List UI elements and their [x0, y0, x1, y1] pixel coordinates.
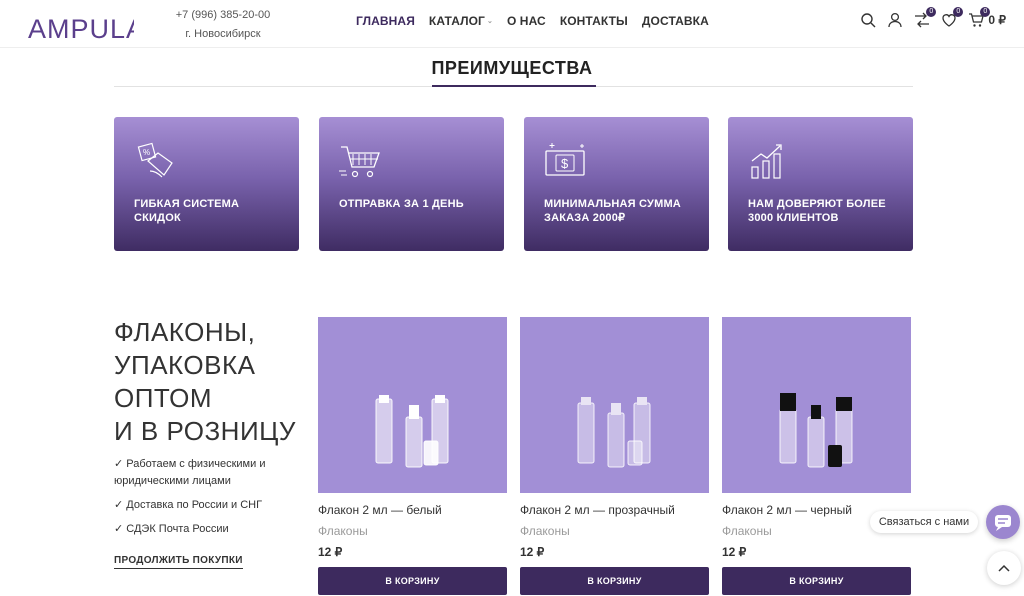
nav-about[interactable]: О НАС	[507, 14, 546, 28]
ampula-logo[interactable]: AMPULA	[28, 8, 134, 44]
header-contacts: +7 (996) 385-20-00 г. Новосибирск	[168, 6, 278, 44]
add-to-cart-button[interactable]: В КОРЗИНУ	[318, 567, 507, 595]
advantage-text: ОТПРАВКА ЗА 1 ДЕНЬ	[339, 198, 464, 210]
nav-contacts[interactable]: КОНТАКТЫ	[560, 14, 628, 28]
product-name[interactable]: Флакон 2 мл — прозрачный	[520, 503, 709, 517]
contact-chat-button[interactable]	[986, 505, 1020, 539]
site-header: AMPULA +7 (996) 385-20-00 г. Новосибирск…	[0, 0, 1024, 48]
add-to-cart-button[interactable]: В КОРЗИНУ	[520, 567, 709, 595]
user-icon[interactable]	[887, 12, 903, 28]
nav-catalog-label: КАТАЛОГ	[428, 14, 485, 28]
cart-total: 0 ₽	[988, 13, 1006, 27]
hero-title-line: И В РОЗНИЦУ	[114, 416, 296, 446]
product-price: 12 ₽	[318, 545, 343, 559]
logo-text: AMPULA	[28, 14, 134, 44]
shopping-cart-icon	[339, 146, 380, 178]
product-image[interactable]	[318, 317, 507, 493]
product-price: 12 ₽	[520, 545, 545, 559]
product-card: Флакон 2 мл — прозрачный Флаконы 12 ₽ В …	[520, 317, 709, 595]
money-bill-icon: $	[545, 143, 585, 176]
product-card: Флакон 2 мл — черный Флаконы 12 ₽ В КОРЗ…	[722, 317, 911, 595]
product-card: Флакон 2 мл — белый Флаконы 12 ₽ В КОРЗИ…	[318, 317, 507, 595]
section-title-underline	[432, 85, 596, 87]
advantage-card-clients: НАМ ДОВЕРЯЮТ БОЛЕЕ 3000 КЛИЕНТОВ	[728, 117, 913, 251]
add-to-cart-button[interactable]: В КОРЗИНУ	[722, 567, 911, 595]
product-name[interactable]: Флакон 2 мл — белый	[318, 503, 507, 517]
bottles-image	[375, 395, 449, 468]
advantage-card-discounts: % ГИБКАЯ СИСТЕМА СКИДОК	[114, 117, 299, 251]
scroll-to-top-button[interactable]	[987, 551, 1021, 585]
header-icons: 0 0 0 0 ₽	[860, 7, 1006, 28]
nav-home[interactable]: ГЛАВНАЯ	[356, 14, 415, 28]
benefit-item: ✓ СДЭК Почта России	[114, 523, 229, 535]
contact-us-label[interactable]: Связаться с нами	[870, 511, 978, 533]
hero-title-line: УПАКОВКА	[114, 350, 256, 380]
compare-count-badge: 0	[926, 7, 937, 17]
benefit-item: ✓ Работаем с физическими и юридическими …	[114, 458, 266, 487]
product-price: 12 ₽	[722, 545, 747, 559]
cart-button[interactable]: 0 0 ₽	[968, 7, 1006, 28]
nav-catalog[interactable]: КАТАЛОГ ⌄	[429, 14, 493, 28]
wishlist-button[interactable]: 0	[941, 7, 964, 28]
advantage-card-shipping: ОТПРАВКА ЗА 1 ДЕНЬ	[319, 117, 504, 251]
discount-tag-icon: %	[137, 142, 173, 178]
chevron-down-icon: ⌄	[486, 18, 493, 25]
bottles-image	[577, 397, 651, 468]
advantage-card-min-order: $ МИНИМАЛЬНАЯ СУММА ЗАКАЗА 2000₽	[524, 117, 709, 251]
search-icon[interactable]	[860, 12, 876, 28]
hero-title-line: ФЛАКОНЫ,	[114, 317, 256, 347]
phone-number[interactable]: +7 (996) 385-20-00	[168, 6, 278, 25]
wishlist-count-badge: 0	[953, 7, 964, 17]
bottles-image	[779, 393, 853, 468]
continue-shopping-link[interactable]: ПРОДОЛЖИТЬ ПОКУПКИ	[114, 555, 243, 569]
hero-title: ФЛАКОНЫ, УПАКОВКА ОПТОМ И В РОЗНИЦУ	[114, 316, 314, 448]
svg-text:$: $	[561, 156, 569, 171]
product-category[interactable]: Флаконы	[520, 524, 709, 538]
chevron-up-icon	[998, 564, 1010, 572]
advantage-text: МИНИМАЛЬНАЯ СУММА ЗАКАЗА 2000₽	[544, 198, 681, 224]
city-label: г. Новосибирск	[185, 28, 261, 40]
benefit-item: ✓ Доставка по России и СНГ	[114, 499, 263, 511]
chat-bubble-icon	[995, 515, 1011, 531]
advantage-text: ГИБКАЯ СИСТЕМА СКИДОК	[134, 198, 240, 224]
nav-delivery[interactable]: ДОСТАВКА	[642, 14, 709, 28]
svg-text:%: %	[143, 148, 150, 157]
advantages-title: ПРЕИМУЩЕСТВА	[431, 58, 593, 78]
compare-button[interactable]: 0	[914, 7, 937, 28]
hero-title-line: ОПТОМ	[114, 383, 213, 413]
hero-benefits-list: ✓ Работаем с физическими и юридическими …	[114, 456, 284, 545]
main-nav: ГЛАВНАЯ КАТАЛОГ ⌄ О НАС КОНТАКТЫ ДОСТАВКА	[356, 14, 709, 28]
product-image[interactable]	[722, 317, 911, 493]
cart-icon-wrap: 0	[968, 7, 991, 28]
growth-chart-icon	[751, 144, 782, 179]
product-category[interactable]: Флаконы	[318, 524, 507, 538]
product-image[interactable]	[520, 317, 709, 493]
advantage-text: НАМ ДОВЕРЯЮТ БОЛЕЕ 3000 КЛИЕНТОВ	[748, 198, 886, 224]
